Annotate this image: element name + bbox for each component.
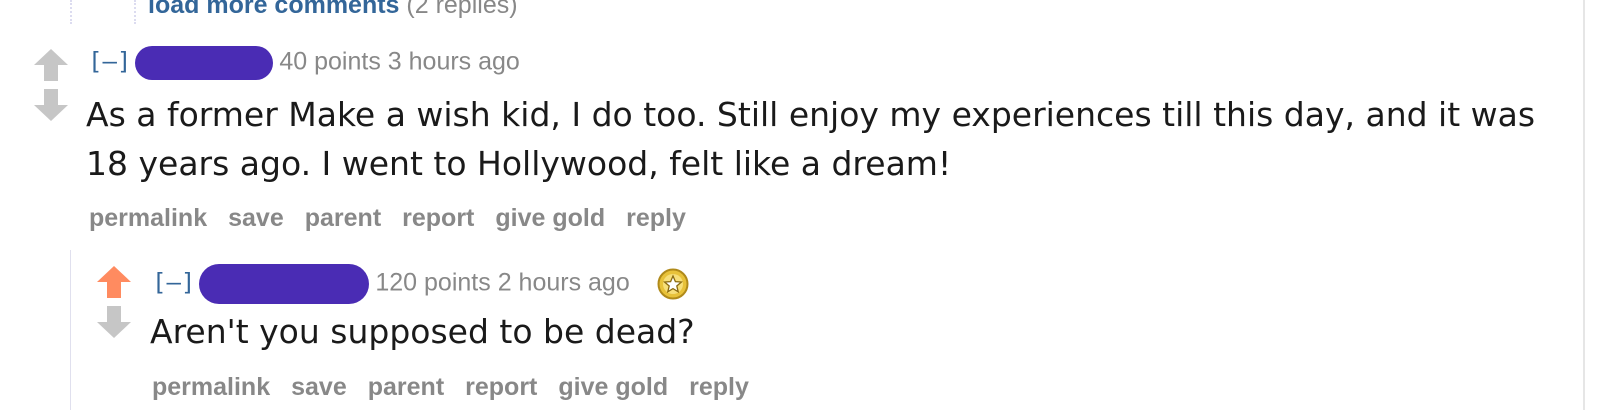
thread-right-border [1583,0,1585,410]
report-button[interactable]: report [465,373,537,401]
parent-button[interactable]: parent [305,204,381,232]
give-gold-button[interactable]: give gold [558,373,668,401]
save-button[interactable]: save [291,373,347,401]
comment-buttons: permalink save parent report give gold reply [89,203,707,233]
upvote-arrow-icon[interactable] [33,48,73,82]
comment-tagline: [–] 40 points 3 hours ago [88,46,520,80]
comment-time: 2 hours ago [497,268,630,297]
comment-time: 3 hours ago [387,47,520,76]
redacted-username [199,264,370,304]
permalink-button[interactable]: permalink [152,373,270,401]
comment-body: As a former Make a wish kid, I do too. S… [86,95,1536,183]
redacted-username [135,46,274,80]
downvote-arrow-icon[interactable] [33,88,73,122]
load-more-link[interactable]: load more comments [148,0,399,19]
thread-line [70,0,72,24]
permalink-button[interactable]: permalink [89,204,207,232]
give-gold-button[interactable]: give gold [495,204,605,232]
gilded-star-icon [657,268,689,300]
reply-button[interactable]: reply [689,373,749,401]
collapse-toggle[interactable]: [–] [88,48,131,76]
comment-points: 40 points [279,47,381,76]
comment-body: Aren't you supposed to be dead? [150,312,695,351]
load-more-comments: load more comments (2 replies) [148,0,518,20]
upvote-arrow-icon[interactable] [96,265,136,299]
comment-points: 120 points [375,268,491,297]
downvote-arrow-icon[interactable] [96,305,136,339]
save-button[interactable]: save [228,204,284,232]
comment-tagline: [–] 120 points 2 hours ago [152,264,689,304]
load-more-count: (2 replies) [406,0,518,19]
report-button[interactable]: report [402,204,474,232]
thread-line [70,250,71,410]
reply-button[interactable]: reply [626,204,686,232]
thread-line [134,0,136,24]
parent-button[interactable]: parent [368,373,444,401]
comment-buttons: permalink save parent report give gold reply [152,372,770,402]
collapse-toggle[interactable]: [–] [152,269,195,297]
